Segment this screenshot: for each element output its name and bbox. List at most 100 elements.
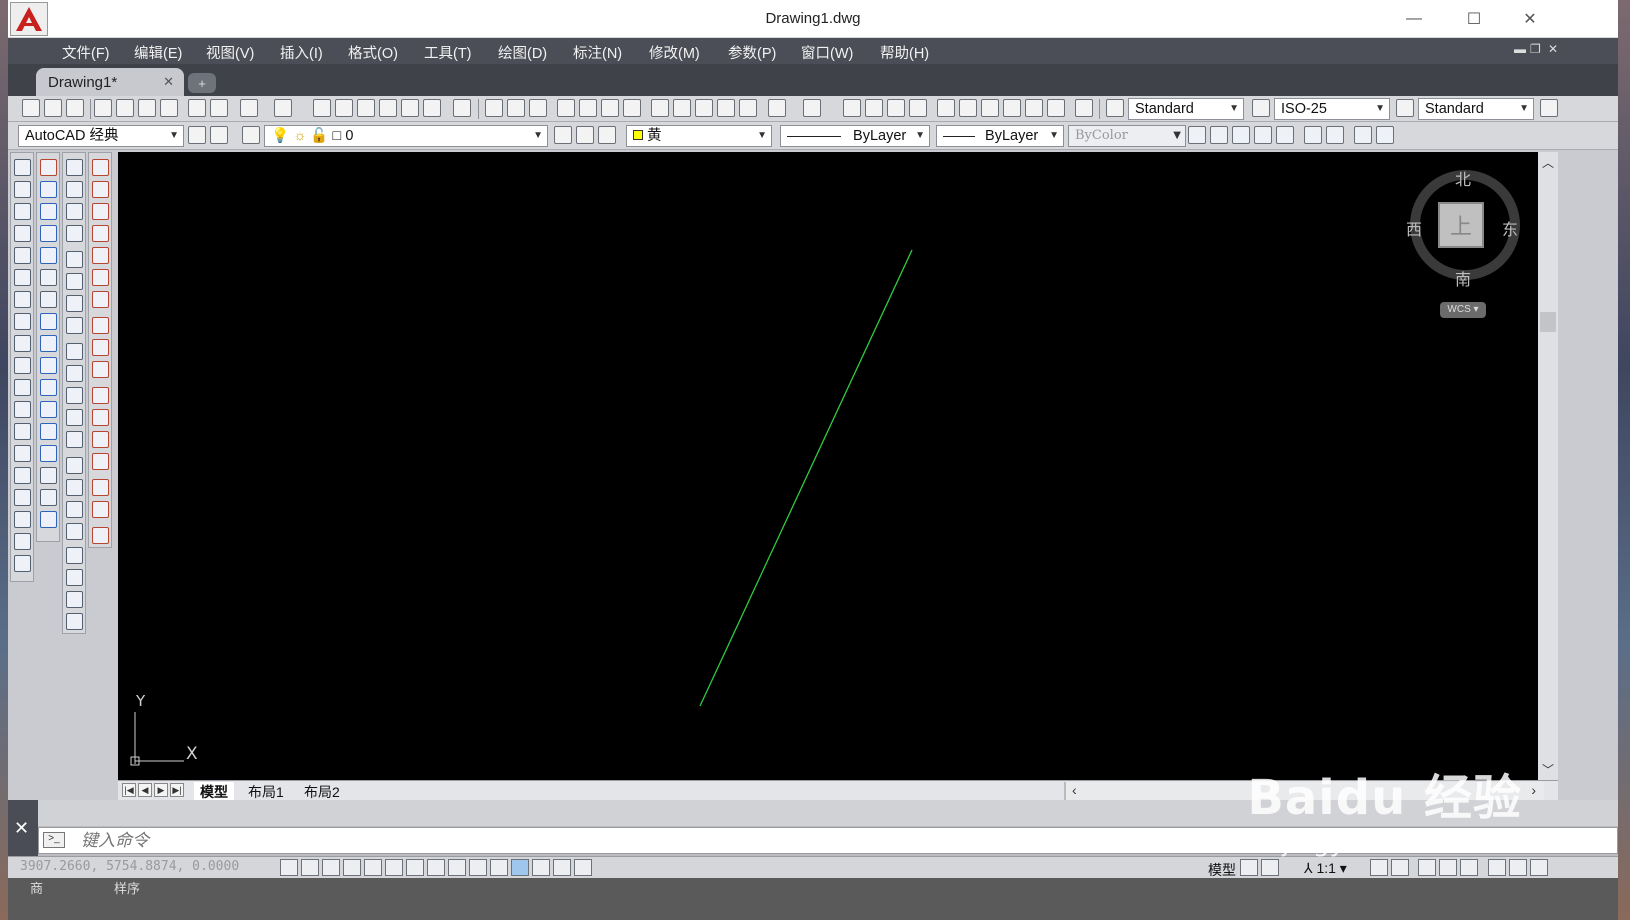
viewcube-top-face[interactable]: 上 [1438,202,1484,248]
snap-parallel-icon[interactable] [92,409,109,426]
new-icon[interactable] [485,99,503,117]
toolbar-lock-icon[interactable] [1439,859,1457,876]
copy-icon[interactable] [673,99,691,117]
aligned-dimension-icon[interactable] [66,181,83,198]
tool-palettes-icon[interactable] [981,99,999,117]
osnap-settings-icon[interactable] [92,527,109,544]
dimension-space-icon[interactable] [66,409,83,426]
snap-node-icon[interactable] [92,453,109,470]
break-at-point-icon[interactable] [40,401,57,418]
lineweight-display-icon[interactable] [490,859,508,876]
compass-north[interactable]: 北 [1455,166,1471,190]
3d-print-icon[interactable] [623,99,641,117]
jogged-linear-icon[interactable] [66,523,83,540]
workspace-select[interactable]: AutoCAD 经典 ▼ [18,125,184,147]
wcs-menu[interactable]: WCS ▾ [1440,302,1486,318]
copy-object-icon[interactable] [40,181,57,198]
compass-east[interactable]: 东 [1502,216,1518,240]
join-icon[interactable] [40,445,57,462]
quick-dimension-icon[interactable] [66,343,83,360]
properties-icon[interactable] [313,99,331,117]
construction-line-icon[interactable] [14,181,31,198]
markup-icon[interactable] [401,99,419,117]
infer-constraints-icon[interactable] [280,859,298,876]
multiline-text-icon[interactable] [14,555,31,572]
zoom-dynamic-icon[interactable] [1210,126,1228,144]
table-style-select[interactable]: Standard ▼ [1418,98,1534,120]
menu-format[interactable]: 格式(O) [348,42,398,63]
erase-icon[interactable] [40,159,57,176]
polygon-icon[interactable] [14,225,31,242]
undo-icon[interactable] [768,99,786,117]
make-block-icon[interactable] [14,423,31,440]
stretch-icon[interactable] [40,335,57,352]
tolerance-icon[interactable] [66,457,83,474]
tool-palettes-icon[interactable] [357,99,375,117]
tab-layout1[interactable]: 布局1 [242,782,290,800]
workspace-settings-icon[interactable] [188,126,206,144]
snap-from-icon[interactable] [92,181,109,198]
text-style-icon[interactable] [1106,99,1124,117]
last-layout-icon[interactable]: ▶| [170,783,184,797]
zoom-scale-icon[interactable] [1232,126,1250,144]
snap-extension-icon[interactable] [92,291,109,308]
scroll-left-icon[interactable]: ‹ [1072,782,1077,798]
multileader-style-icon[interactable] [1540,99,1558,117]
maximize-button[interactable]: ☐ [1448,0,1500,38]
zoom-window-icon[interactable] [887,99,905,117]
menu-dimension[interactable]: 标注(N) [573,42,622,63]
close-icon[interactable]: ✕ [14,818,29,839]
next-layout-icon[interactable]: ▶ [154,783,168,797]
ortho-mode-icon[interactable] [343,859,361,876]
design-center-icon[interactable] [959,99,977,117]
new-tab-button[interactable]: + [188,73,216,93]
snap-apparent-intersect-icon[interactable] [92,269,109,286]
command-prompt-icon[interactable]: >_ [43,832,65,848]
calculator-icon[interactable] [423,99,441,117]
model-space-label[interactable]: 模型 [1208,860,1236,880]
radius-dimension-icon[interactable] [66,251,83,268]
tab-close-icon[interactable]: ✕ [163,74,174,90]
snap-nearest-icon[interactable] [92,479,109,496]
angular-dimension-icon[interactable] [66,317,83,334]
design-center-icon[interactable] [335,99,353,117]
menu-insert[interactable]: 插入(I) [280,42,323,63]
block-editor-icon[interactable] [210,99,228,117]
snap-intersection-icon[interactable] [92,247,109,264]
blend-curves-icon[interactable] [40,511,57,528]
menu-view[interactable]: 视图(V) [206,42,254,63]
drawing-canvas[interactable]: Y X 上 北 南 东 西 WCS ▾ [118,152,1538,780]
linear-dimension-icon[interactable] [66,159,83,176]
transparency-icon[interactable] [511,859,529,876]
save-icon[interactable] [66,99,84,117]
polar-tracking-icon[interactable] [364,859,382,876]
annotation-scale[interactable]: ⅄ 1:1 ▾ [1304,860,1347,877]
ordinate-dimension-icon[interactable] [66,225,83,242]
redo-icon[interactable] [274,99,292,117]
mdi-restore-icon[interactable]: ❐ [1530,42,1541,56]
table-style-icon[interactable] [1396,99,1414,117]
diameter-dimension-icon[interactable] [66,295,83,312]
auto-scale-icon[interactable] [1391,859,1409,876]
zoom-extents-icon[interactable] [1376,126,1394,144]
tab-model[interactable]: 模型 [194,782,234,800]
arc-icon[interactable] [14,269,31,286]
scroll-thumb[interactable] [1540,312,1556,332]
menu-file[interactable]: 文件(F) [62,42,110,63]
zoom-center-icon[interactable] [1254,126,1272,144]
ellipse-icon[interactable] [14,357,31,374]
make-current-layer-icon[interactable] [554,126,572,144]
arc-length-icon[interactable] [66,203,83,220]
zoom-in-icon[interactable] [1304,126,1322,144]
extend-icon[interactable] [40,379,57,396]
menu-window[interactable]: 窗口(W) [801,42,853,63]
status-menu-icon[interactable] [1509,859,1527,876]
coordinate-display[interactable]: 3907.2660, 5754.8874, 0.0000 [20,859,239,874]
layer-select[interactable]: 💡 ☼ 🔓 □ 0 ▼ [264,125,548,147]
mdi-close-icon[interactable]: ✕ [1548,42,1558,56]
sheet-set-icon[interactable] [1003,99,1021,117]
isolate-objects-icon[interactable] [1488,859,1506,876]
redo-icon[interactable] [803,99,821,117]
menu-tools[interactable]: 工具(T) [424,42,472,63]
match-properties-icon[interactable] [717,99,735,117]
